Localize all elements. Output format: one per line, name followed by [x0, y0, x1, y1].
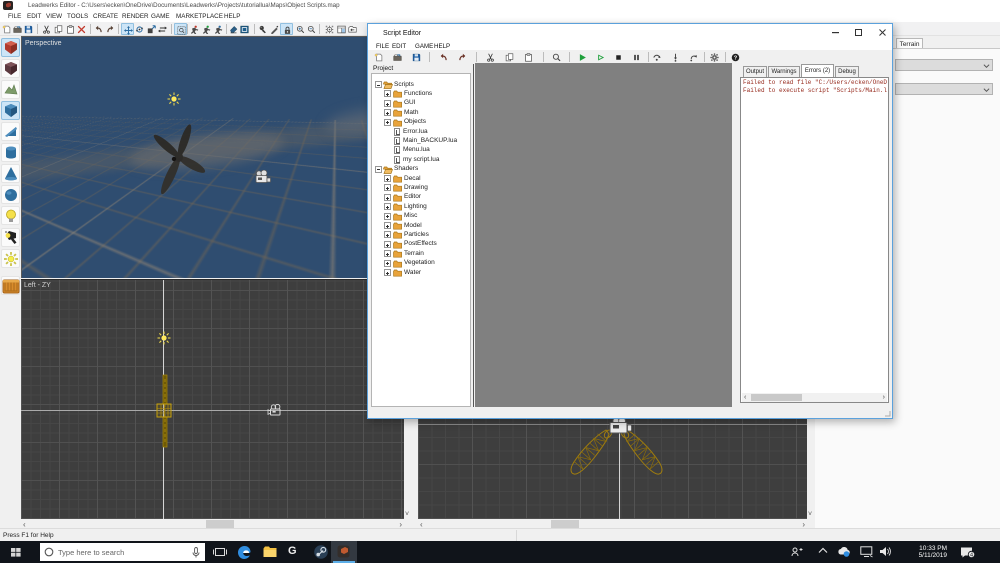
svg-text:4: 4	[970, 553, 973, 559]
